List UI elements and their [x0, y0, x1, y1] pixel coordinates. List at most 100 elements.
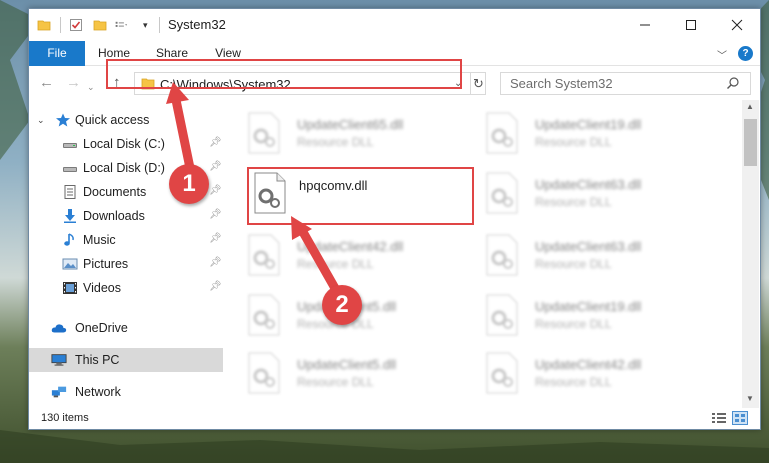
file-name: UpdateClient63.dll — [535, 177, 642, 192]
window-title: System32 — [168, 17, 226, 32]
file-item[interactable]: UpdateClient42.dll Resource DLL — [225, 230, 455, 286]
computer-icon — [51, 354, 67, 366]
file-item[interactable]: UpdateClient42.dll Resource DLL — [463, 348, 693, 404]
folder-icon[interactable] — [37, 18, 51, 32]
file-item[interactable]: UpdateClient65.dll Resource DLL — [225, 108, 455, 164]
minimize-button[interactable] — [622, 9, 668, 41]
sidebar-item-downloads[interactable]: Downloads 📌︎ — [29, 204, 223, 228]
file-list: UpdateClient65.dll Resource DLL UpdateCl… — [225, 100, 742, 408]
file-type: Resource DLL — [297, 257, 374, 271]
pin-icon[interactable]: 📌︎ — [209, 257, 222, 268]
drive-icon — [63, 143, 77, 148]
drive-icon — [63, 167, 77, 172]
file-type: Resource DLL — [535, 135, 612, 149]
file-type: Resource DLL — [297, 135, 374, 149]
address-highlight-box — [106, 59, 462, 89]
details-view-icon[interactable] — [711, 412, 727, 424]
dll-file-icon — [486, 172, 518, 214]
step-2-badge: 2 — [322, 285, 362, 325]
tab-file[interactable]: File — [29, 41, 85, 66]
cloud-icon — [51, 324, 67, 333]
sidebar-item-local-disk-c[interactable]: Local Disk (C:) 📌︎ — [29, 132, 223, 156]
scroll-down-icon[interactable]: ▼ — [746, 394, 754, 403]
pin-icon[interactable]: 📌︎ — [209, 233, 222, 244]
sidebar-item-videos[interactable]: Videos 📌︎ — [29, 276, 223, 300]
dll-file-icon — [248, 234, 280, 276]
file-name: UpdateClient63.dll — [535, 239, 642, 254]
pin-icon[interactable]: 📌︎ — [209, 161, 222, 172]
close-button[interactable] — [714, 9, 760, 41]
file-name: UpdateClient19.dll — [535, 299, 642, 314]
back-arrow-icon[interactable]: ← — [39, 75, 54, 91]
file-item[interactable]: UpdateClient63.dll Resource DLL — [463, 230, 693, 286]
sidebar-item-onedrive[interactable]: OneDrive — [29, 316, 223, 340]
chevron-down-icon[interactable]: ⌄ — [37, 115, 45, 126]
search-input[interactable] — [501, 73, 721, 94]
sidebar-item-this-pc[interactable]: This PC — [29, 348, 223, 372]
sidebar-item-label: Quick access — [75, 113, 150, 127]
file-type: Resource DLL — [535, 195, 612, 209]
navigation-pane: ⌄ Quick access Local Disk (C:) 📌︎ Local … — [29, 100, 225, 408]
sidebar-item-music[interactable]: Music 📌︎ — [29, 228, 223, 252]
dll-file-icon — [486, 112, 518, 154]
sidebar-item-label: Local Disk (C:) — [83, 137, 165, 151]
search-box[interactable] — [500, 72, 751, 95]
pin-icon[interactable]: 📌︎ — [209, 209, 222, 220]
title-bar: ▾ System32 — [29, 9, 760, 41]
search-icon[interactable] — [726, 76, 740, 90]
help-icon[interactable]: ? — [738, 46, 753, 61]
file-name: UpdateClient5.dll — [297, 357, 397, 372]
maximize-icon — [686, 20, 696, 30]
sidebar-item-pictures[interactable]: Pictures 📌︎ — [29, 252, 223, 276]
sidebar-item-quick-access[interactable]: ⌄ Quick access — [29, 108, 223, 132]
sidebar-item-label: Documents — [83, 185, 147, 199]
sidebar-item-label: Music — [83, 233, 116, 247]
file-type: Resource DLL — [535, 375, 612, 389]
file-type: Resource DLL — [535, 317, 612, 331]
sidebar-item-label: Local Disk (D:) — [83, 161, 165, 175]
sidebar-item-label: Pictures — [83, 257, 129, 271]
close-icon — [731, 19, 743, 31]
pin-icon[interactable]: 📌︎ — [209, 185, 222, 196]
file-item[interactable]: UpdateClient63.dll Resource DLL — [463, 168, 693, 224]
dll-file-icon — [486, 234, 518, 276]
vertical-scrollbar[interactable]: ▲ ▼ — [742, 100, 759, 408]
maximize-button[interactable] — [668, 9, 714, 41]
sidebar-item-label: Network — [75, 385, 121, 399]
file-item[interactable]: UpdateClient19.dll Resource DLL — [463, 108, 693, 164]
sidebar-item-label: This PC — [75, 353, 120, 367]
file-name: UpdateClient42.dll — [535, 357, 642, 372]
file-item[interactable]: UpdateClient19.dll Resource DLL — [463, 290, 693, 346]
dll-file-icon — [248, 112, 280, 154]
pin-icon[interactable]: 📌︎ — [209, 281, 222, 292]
properties-icon[interactable] — [69, 18, 83, 32]
refresh-button[interactable]: ↻ — [470, 73, 486, 94]
new-folder-icon[interactable] — [93, 18, 107, 32]
expand-ribbon-icon[interactable]: ﹀ — [717, 47, 727, 62]
file-highlight-box — [247, 167, 474, 225]
documents-icon — [64, 185, 76, 199]
dll-file-icon — [486, 352, 518, 394]
recent-locations-icon[interactable]: ⌄ — [87, 79, 95, 95]
forward-arrow-icon[interactable]: → — [66, 75, 81, 91]
dll-file-icon — [248, 294, 280, 336]
customize-toolbar-icon[interactable] — [115, 18, 129, 32]
file-name: UpdateClient19.dll — [535, 117, 642, 132]
separator — [159, 17, 160, 33]
sidebar-item-network[interactable]: Network — [29, 380, 223, 404]
scroll-up-icon[interactable]: ▲ — [746, 102, 754, 111]
file-type: Resource DLL — [297, 375, 374, 389]
file-name: UpdateClient42.dll — [297, 239, 404, 254]
scroll-thumb[interactable] — [744, 119, 757, 166]
music-icon — [64, 233, 74, 246]
network-icon — [51, 386, 67, 398]
chevron-down-icon[interactable]: ▾ — [143, 20, 148, 31]
pictures-icon — [62, 258, 78, 270]
large-icons-view-icon[interactable] — [732, 411, 748, 425]
item-count: 130 items — [41, 412, 89, 424]
separator — [60, 17, 61, 33]
file-item[interactable]: UpdateClient5.dll Resource DLL — [225, 348, 455, 404]
file-type: Resource DLL — [535, 257, 612, 271]
pin-icon[interactable]: 📌︎ — [209, 137, 222, 148]
status-bar: 130 items — [29, 408, 760, 429]
